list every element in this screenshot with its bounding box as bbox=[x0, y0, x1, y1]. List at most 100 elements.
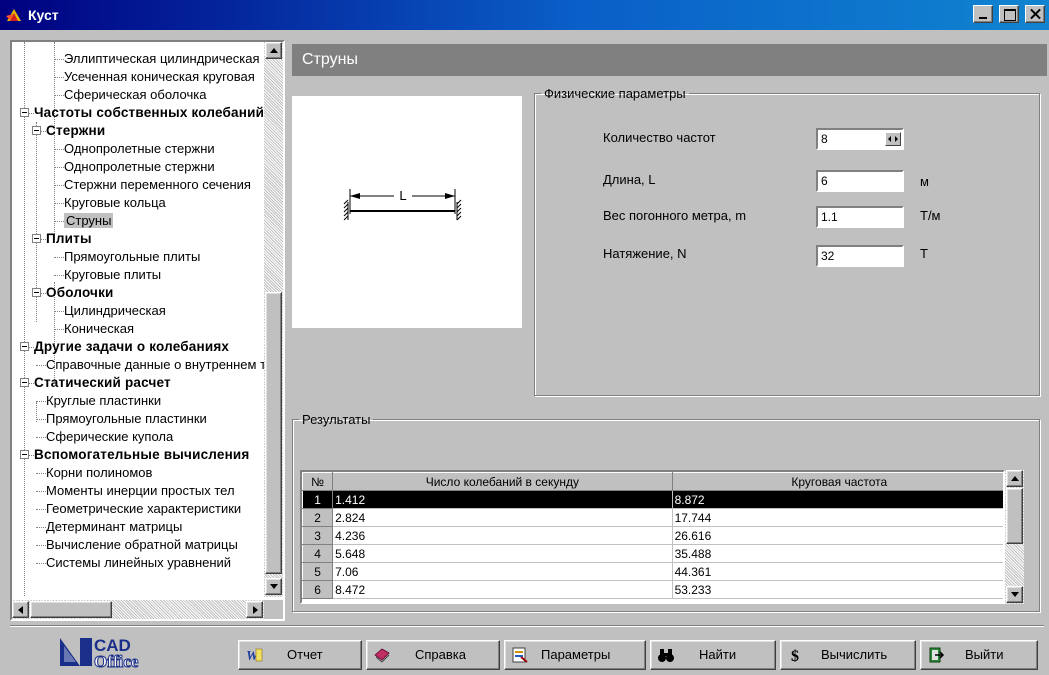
tree-item[interactable]: Круглые пластинки bbox=[46, 392, 161, 410]
close-button[interactable] bbox=[1025, 5, 1045, 23]
scroll-up-button[interactable] bbox=[265, 42, 282, 59]
tree-connector bbox=[54, 311, 64, 312]
column-header-circular-frequency[interactable]: Круговая частота bbox=[671, 472, 1003, 491]
row-number-cell[interactable]: 5 bbox=[302, 562, 334, 581]
tree-item[interactable]: Корни полиномов bbox=[46, 464, 152, 482]
collapse-icon[interactable] bbox=[20, 108, 29, 117]
tree-connector bbox=[54, 59, 64, 60]
collapse-icon[interactable] bbox=[32, 234, 41, 243]
results-scroll-down-button[interactable] bbox=[1006, 586, 1023, 603]
tree-hscroll-thumb[interactable] bbox=[30, 601, 112, 618]
length-input[interactable]: 6 bbox=[816, 170, 904, 192]
row-number-cell[interactable]: 4 bbox=[302, 544, 334, 563]
scroll-left-button[interactable] bbox=[12, 601, 29, 618]
parameters-button[interactable]: Параметры bbox=[504, 640, 646, 670]
oscillations-cell[interactable]: 4.236 bbox=[332, 526, 673, 545]
tree-item[interactable]: Цилиндрическая bbox=[64, 302, 166, 320]
spinner-arrows-icon[interactable] bbox=[885, 132, 901, 146]
collapse-icon[interactable] bbox=[20, 450, 29, 459]
oscillations-cell[interactable]: 5.648 bbox=[332, 544, 673, 563]
tree-item-label: Прямоугольные плиты bbox=[64, 249, 201, 264]
collapse-icon[interactable] bbox=[20, 378, 29, 387]
title-bar[interactable]: Куст bbox=[0, 0, 1049, 30]
tree-item[interactable]: Детерминант матрицы bbox=[46, 518, 182, 536]
results-scroll-thumb[interactable] bbox=[1006, 488, 1023, 544]
tree-item[interactable]: Коническая bbox=[64, 320, 134, 338]
tree-item[interactable]: Оболочки bbox=[46, 284, 114, 302]
circular-frequency-cell[interactable]: 17.744 bbox=[672, 508, 1003, 527]
tree-item[interactable]: Геометрические характеристики bbox=[46, 500, 241, 518]
results-table[interactable]: № Число колебаний в секунду Круговая час… bbox=[300, 470, 1005, 604]
tree-item[interactable]: Струны bbox=[64, 212, 114, 230]
circular-frequency-cell[interactable]: 44.361 bbox=[672, 562, 1003, 581]
tree-vertical-scrollbar[interactable] bbox=[264, 42, 283, 597]
tension-input[interactable]: 32 bbox=[816, 245, 904, 267]
row-number-cell[interactable]: 1 bbox=[302, 490, 334, 509]
calculate-button[interactable]: $ Вычислить bbox=[780, 640, 916, 670]
scroll-right-button[interactable] bbox=[246, 601, 263, 618]
tree-item[interactable]: Моменты инерции простых тел bbox=[46, 482, 235, 500]
results-scroll-up-button[interactable] bbox=[1006, 470, 1023, 487]
tree-item[interactable]: Круговые кольца bbox=[64, 194, 166, 212]
tree-item-label: Справочные данные о внутреннем трении bbox=[46, 357, 264, 372]
tree-item[interactable]: Прямоугольные пластинки bbox=[46, 410, 207, 428]
tree-item[interactable]: Стержни bbox=[46, 122, 105, 140]
row-number-cell[interactable]: 3 bbox=[302, 526, 334, 545]
tree-item[interactable]: Однопролетные стержни bbox=[64, 158, 215, 176]
scroll-down-button[interactable] bbox=[265, 578, 282, 595]
row-number-cell[interactable]: 6 bbox=[302, 580, 334, 599]
collapse-icon[interactable] bbox=[20, 342, 29, 351]
tree-item[interactable]: Круговые плиты bbox=[64, 266, 161, 284]
column-header-number[interactable]: № bbox=[302, 472, 334, 491]
exit-button[interactable]: Выйти bbox=[920, 640, 1038, 670]
tree-horizontal-scrollbar[interactable] bbox=[12, 600, 264, 619]
weight-input[interactable]: 1.1 bbox=[816, 206, 904, 228]
tree-item[interactable]: Вычисление обратной матрицы bbox=[46, 536, 238, 554]
tree-item[interactable]: Усеченная коническая круговая bbox=[64, 68, 255, 86]
tree-item[interactable]: Статический расчет bbox=[34, 374, 171, 392]
navigation-tree[interactable]: Эллиптическая цилиндрическая Усеченная ко… bbox=[10, 40, 285, 621]
circular-frequency-cell[interactable]: 53.233 bbox=[672, 580, 1003, 599]
tree-item[interactable]: Сферические купола bbox=[46, 428, 173, 446]
find-button[interactable]: Найти bbox=[650, 640, 776, 670]
table-row[interactable]: 6 8.472 53.233 bbox=[302, 580, 1003, 599]
table-row[interactable]: 2 2.824 17.744 bbox=[302, 508, 1003, 527]
table-row[interactable]: 5 7.06 44.361 bbox=[302, 562, 1003, 581]
tree-item[interactable]: Вспомогательные вычисления bbox=[34, 446, 250, 464]
tree-scroll-thumb[interactable] bbox=[265, 292, 282, 574]
column-header-oscillations[interactable]: Число колебаний в секунду bbox=[332, 472, 673, 491]
page-title: Струны bbox=[292, 44, 1047, 76]
report-button[interactable]: W Отчет bbox=[238, 640, 362, 670]
tree-connector bbox=[54, 185, 64, 186]
weight-label: Вес погонного метра, m bbox=[603, 208, 747, 223]
maximize-button[interactable] bbox=[999, 5, 1020, 23]
tree-connector bbox=[54, 167, 64, 168]
tree-item[interactable]: Сферическая оболочка bbox=[64, 86, 206, 104]
row-number-cell[interactable]: 2 bbox=[302, 508, 334, 527]
tree-item[interactable]: Стержни переменного сечения bbox=[64, 176, 251, 194]
oscillations-cell[interactable]: 8.472 bbox=[332, 580, 673, 599]
circular-frequency-cell[interactable]: 35.488 bbox=[672, 544, 1003, 563]
freq-count-spinner[interactable]: 8 bbox=[816, 128, 904, 150]
table-row[interactable]: 4 5.648 35.488 bbox=[302, 544, 1003, 563]
tree-item[interactable]: Эллиптическая цилиндрическая bbox=[64, 50, 260, 68]
circular-frequency-cell[interactable]: 8.872 bbox=[672, 490, 1003, 509]
collapse-icon[interactable] bbox=[32, 126, 41, 135]
collapse-icon[interactable] bbox=[32, 288, 41, 297]
table-row[interactable]: 1 1.412 8.872 bbox=[302, 490, 1003, 509]
tree-item[interactable]: Частоты собственных колебаний bbox=[34, 104, 264, 122]
tree-item[interactable]: Системы линейных уравнений bbox=[46, 554, 231, 572]
tree-item[interactable]: Справочные данные о внутреннем трении bbox=[46, 356, 264, 374]
oscillations-cell[interactable]: 7.06 bbox=[332, 562, 673, 581]
circular-frequency-cell[interactable]: 26.616 bbox=[672, 526, 1003, 545]
tree-item[interactable]: Прямоугольные плиты bbox=[64, 248, 200, 266]
table-row[interactable]: 3 4.236 26.616 bbox=[302, 526, 1003, 545]
tree-item[interactable]: Плиты bbox=[46, 230, 92, 248]
tree-item[interactable]: Другие задачи о колебаниях bbox=[34, 338, 229, 356]
results-vertical-scrollbar[interactable] bbox=[1005, 470, 1024, 604]
oscillations-cell[interactable]: 2.824 bbox=[332, 508, 673, 527]
oscillations-cell[interactable]: 1.412 bbox=[332, 490, 673, 509]
tree-item[interactable]: Однопролетные стержни bbox=[64, 140, 215, 158]
help-button[interactable]: Справка bbox=[366, 640, 500, 670]
minimize-button[interactable] bbox=[973, 5, 994, 23]
